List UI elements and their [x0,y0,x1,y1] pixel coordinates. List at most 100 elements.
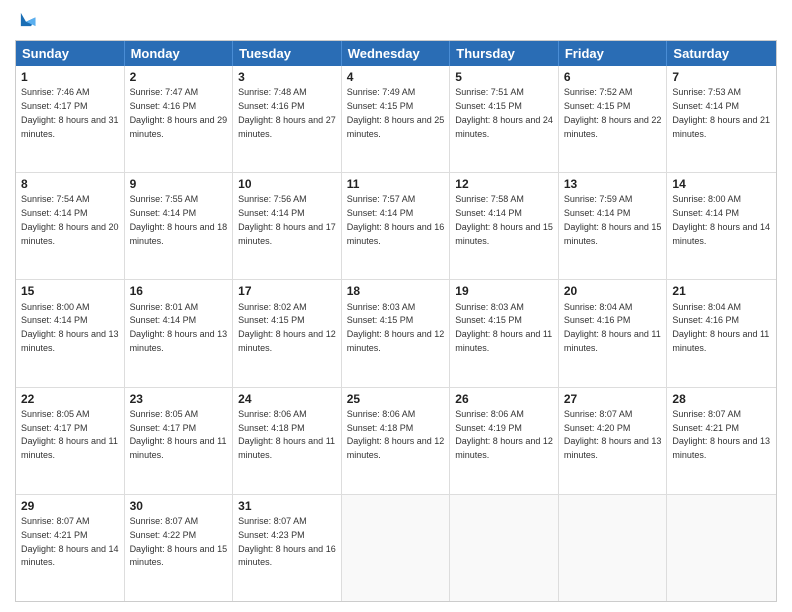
day-number: 15 [21,283,119,299]
cell-text: Sunrise: 7:53 AMSunset: 4:14 PMDaylight:… [672,87,770,138]
cell-text: Sunrise: 8:07 AMSunset: 4:20 PMDaylight:… [564,409,662,460]
cell-text: Sunrise: 7:54 AMSunset: 4:14 PMDaylight:… [21,194,119,245]
day-cell-9: 9 Sunrise: 7:55 AMSunset: 4:14 PMDaylight… [125,173,234,279]
week-row-2: 8 Sunrise: 7:54 AMSunset: 4:14 PMDaylight… [16,172,776,279]
cell-text: Sunrise: 8:03 AMSunset: 4:15 PMDaylight:… [455,302,552,353]
calendar: SundayMondayTuesdayWednesdayThursdayFrid… [15,40,777,602]
day-cell-23: 23 Sunrise: 8:05 AMSunset: 4:17 PMDayligh… [125,388,234,494]
cell-text: Sunrise: 8:01 AMSunset: 4:14 PMDaylight:… [130,302,228,353]
week-row-1: 1 Sunrise: 7:46 AMSunset: 4:17 PMDaylight… [16,66,776,172]
day-number: 23 [130,391,228,407]
day-number: 20 [564,283,662,299]
cell-text: Sunrise: 8:04 AMSunset: 4:16 PMDaylight:… [564,302,661,353]
day-number: 10 [238,176,336,192]
cell-text: Sunrise: 7:58 AMSunset: 4:14 PMDaylight:… [455,194,553,245]
day-number: 3 [238,69,336,85]
day-number: 13 [564,176,662,192]
day-cell-12: 12Sunrise: 7:58 AMSunset: 4:14 PMDayligh… [450,173,559,279]
day-cell-6: 6Sunrise: 7:52 AMSunset: 4:15 PMDaylight… [559,66,668,172]
day-cell-11: 11 Sunrise: 7:57 AMSunset: 4:14 PMDayligh… [342,173,451,279]
day-number: 25 [347,391,445,407]
day-cell-18: 18 Sunrise: 8:03 AMSunset: 4:15 PMDayligh… [342,280,451,386]
week-row-4: 22 Sunrise: 8:05 AMSunset: 4:17 PMDayligh… [16,387,776,494]
day-cell-5: 5 Sunrise: 7:51 AMSunset: 4:15 PMDaylight… [450,66,559,172]
cell-text: Sunrise: 8:03 AMSunset: 4:15 PMDaylight:… [347,302,445,353]
cell-text: Sunrise: 8:06 AMSunset: 4:19 PMDaylight:… [455,409,553,460]
cell-text: Sunrise: 8:06 AMSunset: 4:18 PMDaylight:… [238,409,335,460]
day-number: 6 [564,69,662,85]
header-day-thursday: Thursday [450,41,559,66]
day-cell-27: 27Sunrise: 8:07 AMSunset: 4:20 PMDayligh… [559,388,668,494]
day-number: 28 [672,391,771,407]
day-number: 5 [455,69,553,85]
day-number: 14 [672,176,771,192]
cell-text: Sunrise: 8:04 AMSunset: 4:16 PMDaylight:… [672,302,769,353]
calendar-header: SundayMondayTuesdayWednesdayThursdayFrid… [16,41,776,66]
day-cell-19: 19 Sunrise: 8:03 AMSunset: 4:15 PMDayligh… [450,280,559,386]
day-cell-29: 29 Sunrise: 8:07 AMSunset: 4:21 PMDayligh… [16,495,125,601]
cell-text: Sunrise: 7:55 AMSunset: 4:14 PMDaylight:… [130,194,228,245]
day-number: 22 [21,391,119,407]
header-day-monday: Monday [125,41,234,66]
day-number: 2 [130,69,228,85]
empty-cell [342,495,451,601]
cell-text: Sunrise: 7:56 AMSunset: 4:14 PMDaylight:… [238,194,336,245]
day-number: 17 [238,283,336,299]
cell-text: Sunrise: 8:00 AMSunset: 4:14 PMDaylight:… [21,302,119,353]
cell-text: Sunrise: 7:48 AMSunset: 4:16 PMDaylight:… [238,87,336,138]
day-cell-10: 10 Sunrise: 7:56 AMSunset: 4:14 PMDayligh… [233,173,342,279]
day-number: 16 [130,283,228,299]
empty-cell [559,495,668,601]
day-cell-31: 31Sunrise: 8:07 AMSunset: 4:23 PMDayligh… [233,495,342,601]
day-cell-8: 8 Sunrise: 7:54 AMSunset: 4:14 PMDaylight… [16,173,125,279]
empty-cell [667,495,776,601]
cell-text: Sunrise: 7:57 AMSunset: 4:14 PMDaylight:… [347,194,445,245]
header-day-wednesday: Wednesday [342,41,451,66]
day-number: 18 [347,283,445,299]
day-number: 9 [130,176,228,192]
day-cell-1: 1 Sunrise: 7:46 AMSunset: 4:17 PMDaylight… [16,66,125,172]
cell-text: Sunrise: 7:59 AMSunset: 4:14 PMDaylight:… [564,194,662,245]
day-number: 29 [21,498,119,514]
day-cell-7: 7 Sunrise: 7:53 AMSunset: 4:14 PMDaylight… [667,66,776,172]
week-row-3: 15 Sunrise: 8:00 AMSunset: 4:14 PMDayligh… [16,279,776,386]
day-cell-30: 30Sunrise: 8:07 AMSunset: 4:22 PMDayligh… [125,495,234,601]
day-number: 4 [347,69,445,85]
day-number: 24 [238,391,336,407]
cell-text: Sunrise: 8:02 AMSunset: 4:15 PMDaylight:… [238,302,336,353]
cell-text: Sunrise: 8:07 AMSunset: 4:21 PMDaylight:… [672,409,770,460]
day-cell-26: 26 Sunrise: 8:06 AMSunset: 4:19 PMDayligh… [450,388,559,494]
logo [15,10,45,32]
day-cell-17: 17 Sunrise: 8:02 AMSunset: 4:15 PMDayligh… [233,280,342,386]
day-number: 7 [672,69,771,85]
cell-text: Sunrise: 7:46 AMSunset: 4:17 PMDaylight:… [21,87,119,138]
cell-text: Sunrise: 8:07 AMSunset: 4:21 PMDaylight:… [21,516,119,567]
day-number: 11 [347,176,445,192]
day-cell-4: 4 Sunrise: 7:49 AMSunset: 4:15 PMDaylight… [342,66,451,172]
day-cell-20: 20 Sunrise: 8:04 AMSunset: 4:16 PMDayligh… [559,280,668,386]
day-number: 26 [455,391,553,407]
day-cell-25: 25Sunrise: 8:06 AMSunset: 4:18 PMDayligh… [342,388,451,494]
header-day-tuesday: Tuesday [233,41,342,66]
day-cell-24: 24 Sunrise: 8:06 AMSunset: 4:18 PMDayligh… [233,388,342,494]
day-cell-3: 3 Sunrise: 7:48 AMSunset: 4:16 PMDaylight… [233,66,342,172]
logo-icon [15,10,37,32]
day-number: 8 [21,176,119,192]
header [15,10,777,32]
cell-text: Sunrise: 7:49 AMSunset: 4:15 PMDaylight:… [347,87,445,138]
day-cell-21: 21Sunrise: 8:04 AMSunset: 4:16 PMDayligh… [667,280,776,386]
day-number: 1 [21,69,119,85]
header-day-saturday: Saturday [667,41,776,66]
day-cell-16: 16 Sunrise: 8:01 AMSunset: 4:14 PMDayligh… [125,280,234,386]
day-cell-22: 22Sunrise: 8:05 AMSunset: 4:17 PMDayligh… [16,388,125,494]
day-number: 19 [455,283,553,299]
empty-cell [450,495,559,601]
day-cell-14: 14 Sunrise: 8:00 AMSunset: 4:14 PMDayligh… [667,173,776,279]
calendar-body: 1 Sunrise: 7:46 AMSunset: 4:17 PMDaylight… [16,66,776,601]
header-day-sunday: Sunday [16,41,125,66]
cell-text: Sunrise: 8:00 AMSunset: 4:14 PMDaylight:… [672,194,770,245]
cell-text: Sunrise: 8:05 AMSunset: 4:17 PMDaylight:… [130,409,227,460]
day-number: 30 [130,498,228,514]
logo-area [15,10,45,32]
cell-text: Sunrise: 7:51 AMSunset: 4:15 PMDaylight:… [455,87,553,138]
